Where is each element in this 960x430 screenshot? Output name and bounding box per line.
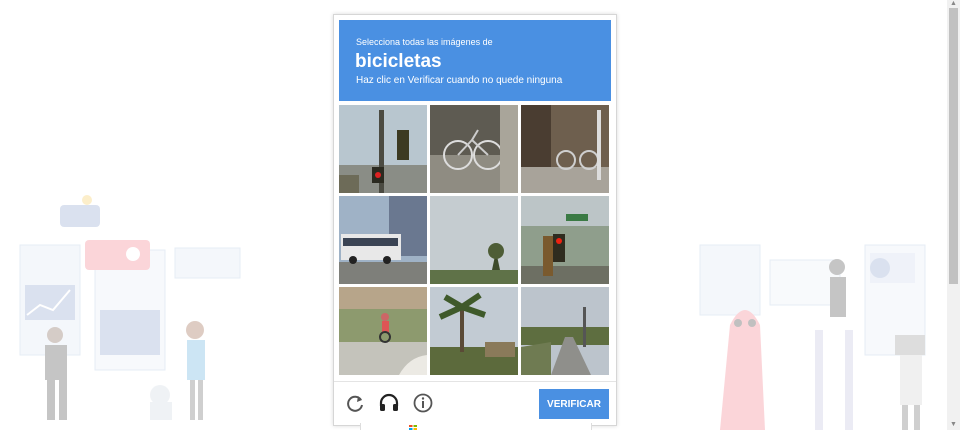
image-tile-7[interactable] [339,287,427,375]
info-icon[interactable] [412,392,434,414]
image-tile-5[interactable] [430,196,518,284]
microsoft-logo-icon [409,425,417,430]
instruction-hint: Haz clic en Verificar cuando no quede ni… [356,75,563,86]
scroll-up-icon[interactable]: ▲ [949,0,958,8]
image-tile-2[interactable] [430,105,518,193]
captcha-footer: VERIFICAR [334,381,616,426]
captcha-instructions: Selecciona todas las imágenes de bicicle… [339,20,611,101]
image-tile-9[interactable] [521,287,609,375]
verify-button[interactable]: VERIFICAR [539,389,609,419]
scroll-thumb[interactable] [949,8,958,284]
background-illustration-right [699,244,926,430]
target-object: bicicletas [355,51,442,72]
scroll-down-icon[interactable]: ▼ [949,421,958,429]
image-tile-6[interactable] [521,196,609,284]
image-tile-3[interactable] [521,105,609,193]
audio-challenge-icon[interactable] [378,392,400,414]
partially-hidden-footer-panel [360,423,592,430]
captcha-challenge: Selecciona todas las imágenes de bicicle… [333,14,617,426]
instruction-text: Selecciona todas las imágenes de [356,37,493,47]
image-grid [339,105,611,377]
background-illustration-left [19,195,241,420]
image-tile-8[interactable] [430,287,518,375]
image-tile-4[interactable] [339,196,427,284]
page-scrollbar[interactable]: ▲ ▼ [947,0,960,430]
image-tile-1[interactable] [339,105,427,193]
reload-icon[interactable] [344,392,366,414]
